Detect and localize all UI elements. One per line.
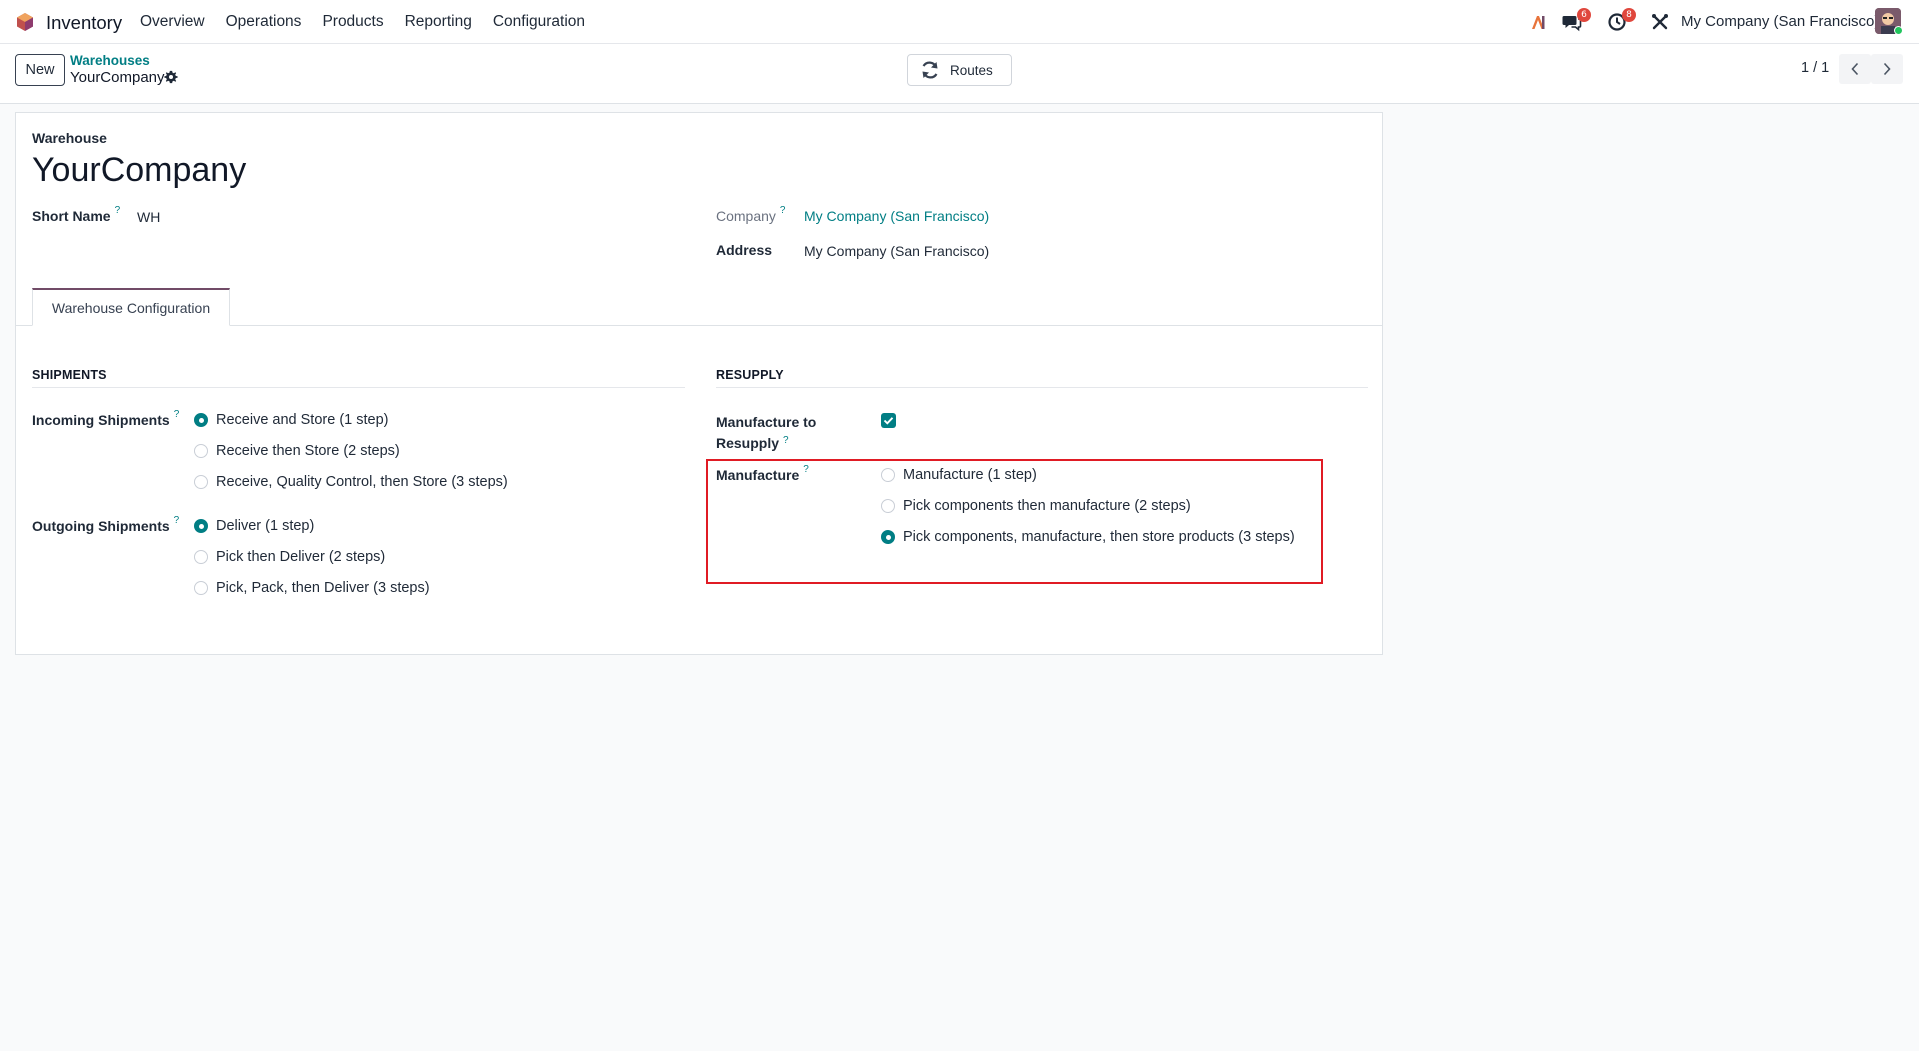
shipments-divider bbox=[32, 387, 685, 388]
manufacture-to-resupply-checkbox[interactable] bbox=[881, 413, 896, 428]
incoming-shipments-label: Incoming Shipments? bbox=[32, 409, 180, 428]
outgoing-option-3[interactable]: Pick, Pack, then Deliver (3 steps) bbox=[194, 580, 430, 596]
incoming-shipments-label-text: Incoming Shipments bbox=[32, 412, 170, 428]
incoming-option-2[interactable]: Receive then Store (2 steps) bbox=[194, 443, 400, 459]
new-button[interactable]: New bbox=[15, 54, 65, 86]
address-field[interactable]: My Company (San Francisco) bbox=[804, 243, 989, 259]
routes-button[interactable]: Routes bbox=[907, 54, 1012, 86]
tab-warehouse-configuration[interactable]: Warehouse Configuration bbox=[32, 288, 230, 326]
breadcrumb-current: YourCompany bbox=[70, 69, 165, 86]
company-label: Company? bbox=[716, 205, 786, 224]
outgoing-option-2[interactable]: Pick then Deliver (2 steps) bbox=[194, 549, 385, 565]
menu-reporting[interactable]: Reporting bbox=[405, 13, 472, 31]
warehouse-name-field[interactable]: YourCompany bbox=[32, 151, 246, 190]
routes-label: Routes bbox=[950, 62, 993, 78]
refresh-icon bbox=[922, 61, 938, 79]
manufacture-to-resupply-label-line2: Resupply bbox=[716, 435, 780, 451]
company-field[interactable]: My Company (San Francisco) bbox=[804, 208, 989, 224]
control-panel: New Warehouses YourCompany Routes 1 / 1 bbox=[0, 44, 1919, 104]
activities-badge: 8 bbox=[1622, 8, 1636, 22]
menu-operations[interactable]: Operations bbox=[226, 13, 302, 31]
gear-icon[interactable] bbox=[164, 70, 178, 84]
short-name-field[interactable]: WH bbox=[137, 209, 160, 225]
company-help-icon[interactable]: ? bbox=[780, 205, 786, 216]
pager-next-button[interactable] bbox=[1871, 54, 1903, 84]
radio-button[interactable] bbox=[194, 581, 208, 595]
warehouse-title-label: Warehouse bbox=[32, 130, 107, 146]
menu-products[interactable]: Products bbox=[322, 13, 383, 31]
radio-button[interactable] bbox=[194, 550, 208, 564]
breadcrumb-warehouses[interactable]: Warehouses bbox=[70, 53, 150, 68]
main-menu: Overview Operations Products Reporting C… bbox=[140, 13, 606, 31]
company-label-text: Company bbox=[716, 208, 776, 224]
app-name[interactable]: Inventory bbox=[46, 12, 122, 34]
radio-label: Receive, Quality Control, then Store (3 … bbox=[216, 474, 508, 490]
radio-button[interactable] bbox=[194, 444, 208, 458]
resupply-section-title: RESUPPLY bbox=[716, 368, 784, 382]
company-switcher[interactable]: My Company (San Francisco) bbox=[1681, 13, 1879, 30]
chevron-right-icon bbox=[1883, 62, 1891, 76]
manufacture-to-resupply-label-line1: Manufacture to bbox=[716, 414, 817, 430]
incoming-help-icon[interactable]: ? bbox=[174, 409, 180, 420]
manufacture-to-resupply-help-icon[interactable]: ? bbox=[783, 435, 789, 446]
radio-label: Pick, Pack, then Deliver (3 steps) bbox=[216, 580, 430, 596]
radio-button[interactable] bbox=[194, 519, 208, 533]
annotation-highlight-box bbox=[706, 459, 1323, 584]
pager-previous-button[interactable] bbox=[1839, 54, 1871, 84]
outgoing-shipments-label-text: Outgoing Shipments bbox=[32, 518, 170, 534]
manufacture-to-resupply-label: Manufacture to Resupply? bbox=[716, 412, 816, 454]
top-navbar: Inventory Overview Operations Products R… bbox=[0, 0, 1919, 44]
outgoing-shipments-label: Outgoing Shipments? bbox=[32, 515, 180, 534]
address-label: Address bbox=[716, 242, 773, 258]
outgoing-help-icon[interactable]: ? bbox=[174, 515, 180, 526]
radio-label: Deliver (1 step) bbox=[216, 518, 315, 534]
pager-value[interactable]: 1 / 1 bbox=[1801, 60, 1829, 76]
messages-icon[interactable]: 6 bbox=[1562, 8, 1591, 32]
inventory-app-icon[interactable] bbox=[15, 12, 35, 32]
menu-configuration[interactable]: Configuration bbox=[493, 13, 585, 31]
shipments-section-title: SHIPMENTS bbox=[32, 368, 107, 382]
incoming-option-1[interactable]: Receive and Store (1 step) bbox=[194, 412, 388, 428]
short-name-label: Short Name? bbox=[32, 205, 121, 224]
radio-label: Pick then Deliver (2 steps) bbox=[216, 549, 386, 565]
incoming-option-3[interactable]: Receive, Quality Control, then Store (3 … bbox=[194, 474, 508, 490]
radio-label: Receive and Store (1 step) bbox=[216, 412, 389, 428]
radio-label: Receive then Store (2 steps) bbox=[216, 443, 400, 459]
menu-overview[interactable]: Overview bbox=[140, 13, 205, 31]
checkmark-icon bbox=[883, 417, 894, 425]
online-status-dot bbox=[1894, 26, 1903, 35]
short-name-label-text: Short Name bbox=[32, 208, 111, 224]
debug-tools-icon[interactable] bbox=[1650, 12, 1670, 32]
messages-badge: 6 bbox=[1577, 8, 1591, 22]
radio-button[interactable] bbox=[194, 413, 208, 427]
activities-icon[interactable]: 8 bbox=[1607, 8, 1636, 32]
outgoing-option-1[interactable]: Deliver (1 step) bbox=[194, 518, 314, 534]
chevron-left-icon bbox=[1851, 62, 1859, 76]
short-name-help-icon[interactable]: ? bbox=[115, 205, 121, 216]
resupply-divider bbox=[716, 387, 1368, 388]
ai-assistant-icon[interactable] bbox=[1529, 12, 1549, 32]
radio-button[interactable] bbox=[194, 475, 208, 489]
